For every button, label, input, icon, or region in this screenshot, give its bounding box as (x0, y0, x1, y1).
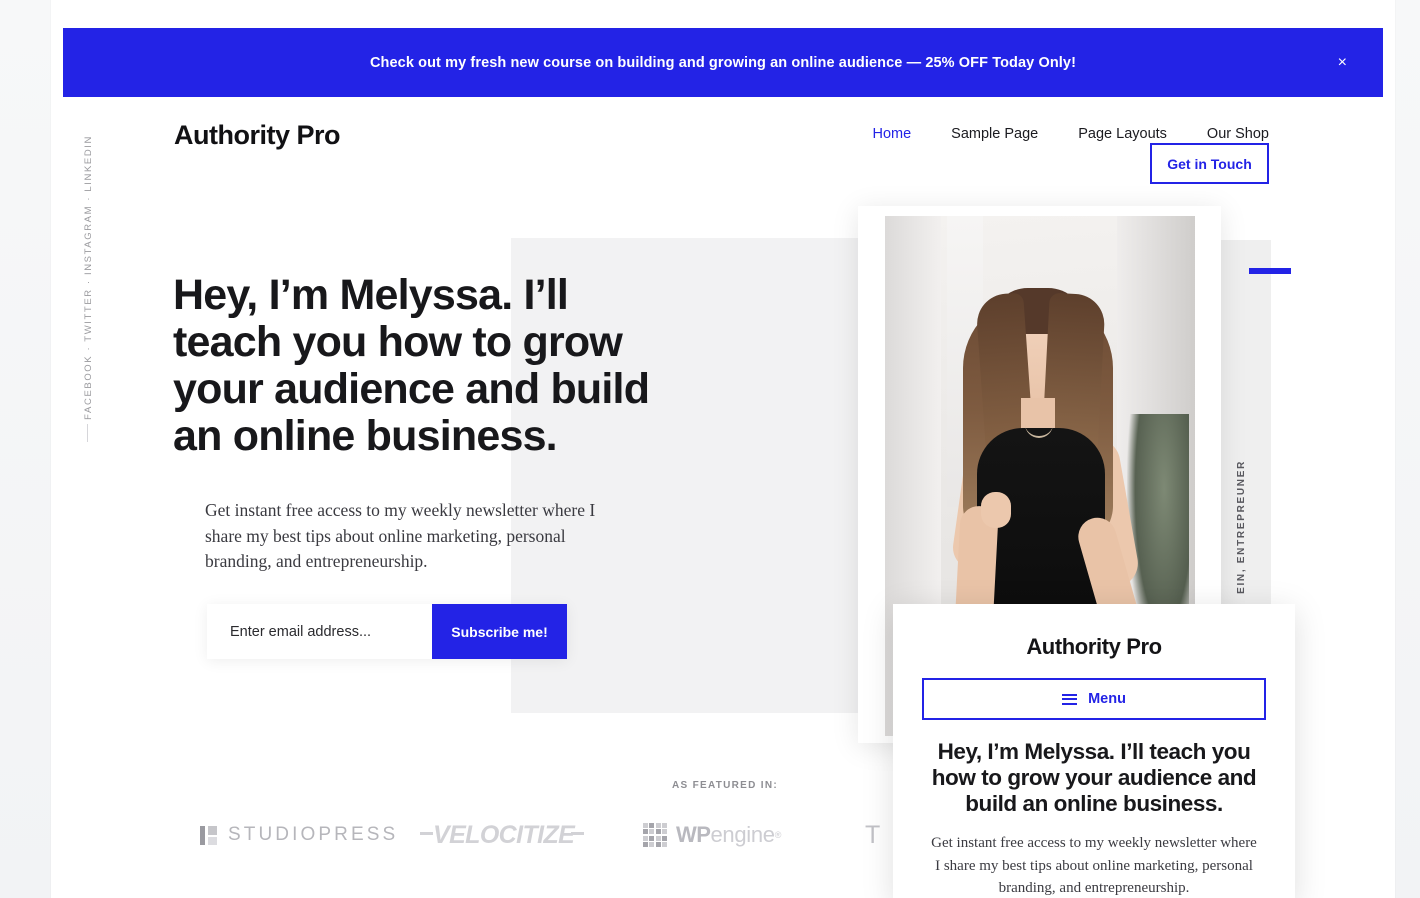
site-title: Authority Pro (174, 120, 341, 150)
promo-banner: Check out my fresh new course on buildin… (63, 28, 1383, 97)
velocitize-tick-icon (420, 832, 433, 835)
close-icon[interactable]: × (1338, 54, 1347, 71)
nav-item-our-shop[interactable]: Our Shop (1207, 126, 1269, 142)
logo-wpengine: WP engine ® (643, 822, 781, 848)
mobile-headline: Hey, I’m Melyssa. I’ll teach you how to … (931, 739, 1257, 816)
logo-velocitize: VELOCITIZE (420, 820, 585, 850)
velocitize-tick-icon-end (571, 832, 585, 835)
email-input[interactable] (207, 604, 432, 659)
get-in-touch-button[interactable]: Get in Touch (1150, 143, 1269, 184)
hero-headline: Hey, I’m Melyssa. I’ll teach you how to … (173, 271, 650, 460)
rail-divider-line (87, 424, 88, 442)
mobile-preview-card: Authority Pro Menu Hey, I’m Melyssa. I’l… (893, 604, 1295, 898)
nav-item-sample-page[interactable]: Sample Page (951, 126, 1038, 142)
hamburger-icon (1062, 693, 1078, 705)
studiopress-mark-icon (200, 825, 217, 845)
hero-vertical-tag: EIN, ENTREPREUNER (1236, 460, 1247, 620)
mobile-site-title: Authority Pro (1026, 634, 1162, 659)
nav-item-page-layouts[interactable]: Page Layouts (1078, 126, 1167, 142)
hero-subtext: Get instant free access to my weekly new… (205, 500, 596, 571)
logo-studiopress-text: STUDIOPRESS (228, 824, 399, 845)
hero-vertical-tag-text: EIN, ENTREPREUNER (1236, 460, 1247, 594)
hero-accent-bar (1249, 268, 1291, 274)
as-featured-in-label: AS FEATURED IN: (672, 780, 778, 791)
mobile-menu-label: Menu (1088, 691, 1126, 707)
wpengine-grid-icon (643, 823, 667, 847)
mobile-menu-button[interactable]: Menu (922, 678, 1266, 720)
logo-wpengine-text-light: engine (710, 822, 775, 847)
subscribe-form: Subscribe me! (207, 604, 567, 659)
nav-item-home[interactable]: Home (872, 126, 911, 142)
logo-wpengine-text-bold: WP (676, 822, 711, 847)
mobile-subtext: Get instant free access to my weekly new… (931, 835, 1257, 896)
site-header: Authority Pro Home Sample Page Page Layo… (51, 97, 1395, 184)
subscribe-button[interactable]: Subscribe me! (432, 604, 567, 659)
logo-velocitize-text: VELOCITIZE (433, 820, 575, 849)
logo-wpengine-registered-mark: ® (774, 830, 782, 840)
page-background: Check out my fresh new course on buildin… (0, 0, 1420, 898)
logo-studiopress: STUDIOPRESS (200, 824, 398, 846)
primary-nav: Home Sample Page Page Layouts Our Shop G… (872, 126, 1269, 184)
promo-banner-text: Check out my fresh new course on buildin… (369, 54, 1077, 71)
featured-logos: STUDIOPRESS VELOCITIZE WP engine ® T C (175, 815, 955, 855)
